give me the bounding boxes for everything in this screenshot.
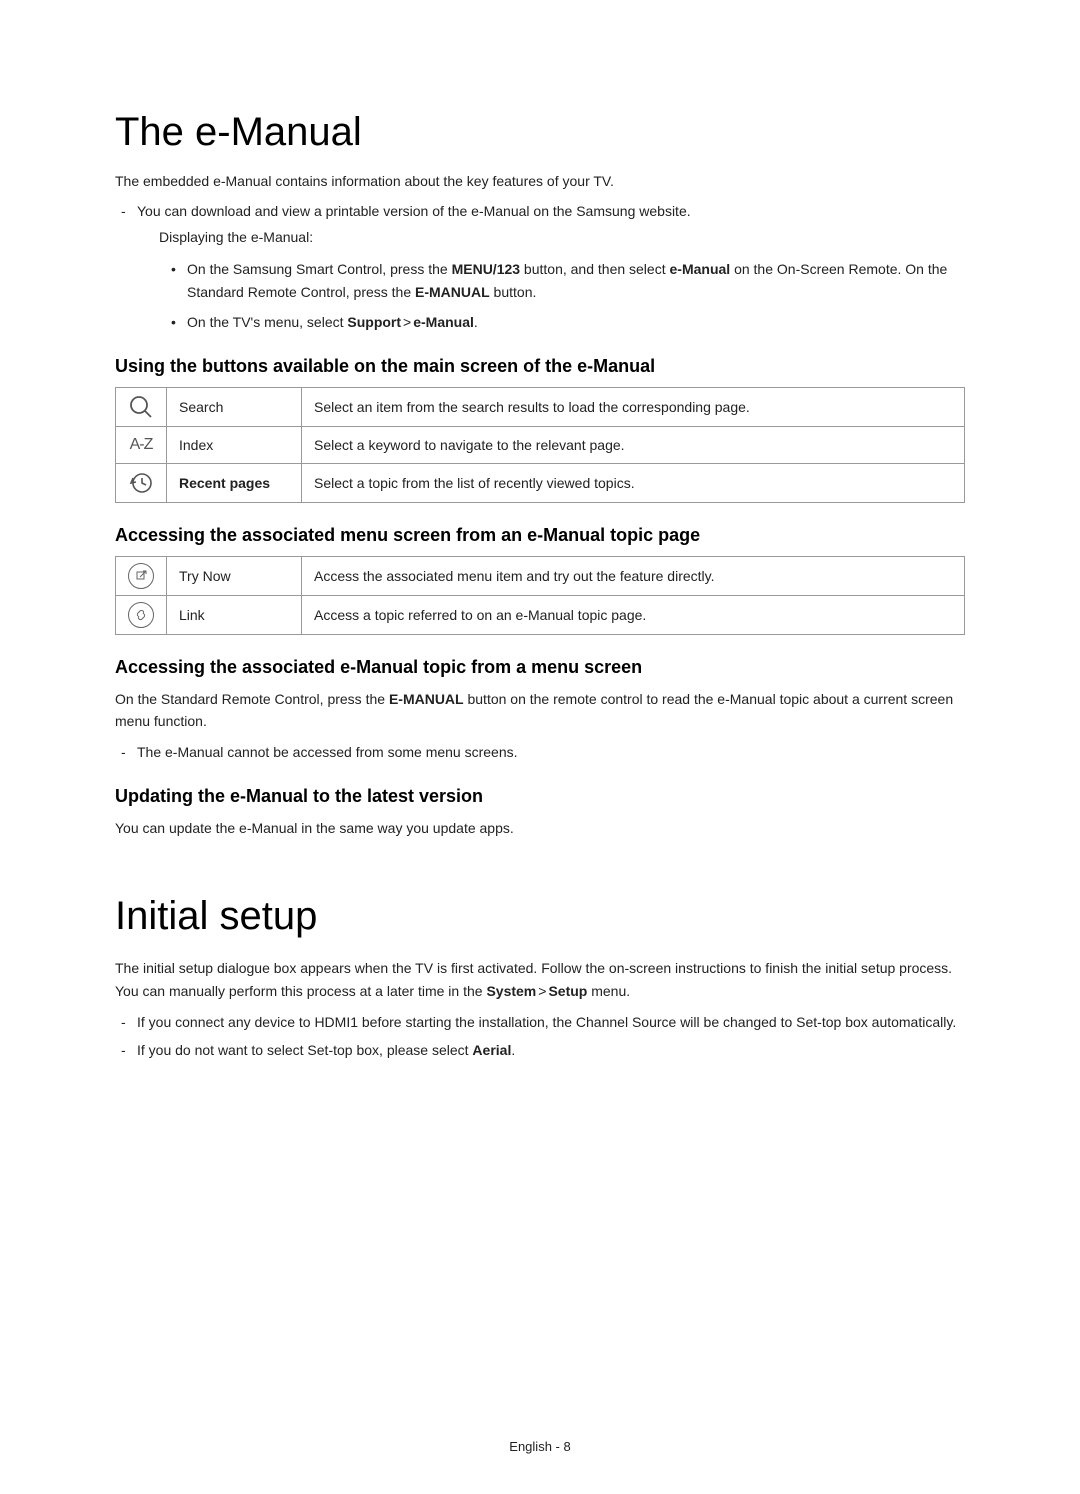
table-row: Link Access a topic referred to on an e-…	[116, 595, 965, 634]
recent-icon-cell	[116, 463, 167, 502]
download-note-text: You can download and view a printable ve…	[137, 203, 691, 219]
footer-lang: English	[509, 1439, 552, 1454]
updating-body: You can update the e-Manual in the same …	[115, 817, 965, 839]
subheading-buttons: Using the buttons available on the main …	[115, 356, 965, 377]
download-note: You can download and view a printable ve…	[115, 201, 965, 334]
page-footer: English - 8	[0, 1439, 1080, 1454]
displaying-label: Displaying the e-Manual:	[159, 227, 965, 249]
menu-button-label: MENU/123	[452, 261, 520, 277]
try-now-icon-cell	[116, 556, 167, 595]
link-label: Link	[167, 595, 302, 634]
emanual-menu-label: e-Manual	[413, 314, 474, 330]
subheading-updating: Updating the e-Manual to the latest vers…	[115, 786, 965, 807]
topic-from-menu-body: On the Standard Remote Control, press th…	[115, 688, 965, 733]
support-menu-label: Support	[347, 314, 401, 330]
index-label: Index	[167, 426, 302, 463]
topic-page-buttons-table: Try Now Access the associated menu item …	[115, 556, 965, 635]
subheading-menu-screen: Accessing the associated menu screen fro…	[115, 525, 965, 546]
index-desc: Select a keyword to navigate to the rele…	[302, 426, 965, 463]
section-title-initial-setup: Initial setup	[115, 894, 965, 939]
initial-setup-body: The initial setup dialogue box appears w…	[115, 957, 965, 1002]
link-icon-cell	[116, 595, 167, 634]
table-row: Search Select an item from the search re…	[116, 387, 965, 426]
history-icon	[128, 470, 154, 496]
try-now-desc: Access the associated menu item and try …	[302, 556, 965, 595]
setup-menu-label: Setup	[548, 983, 587, 999]
try-now-label: Try Now	[167, 556, 302, 595]
topic-note-list: The e-Manual cannot be accessed from som…	[115, 742, 965, 764]
initial-setup-notes: If you connect any device to HDMI1 befor…	[115, 1012, 965, 1061]
index-icon-cell: A-Z	[116, 426, 167, 463]
display-method-1: On the Samsung Smart Control, press the …	[165, 258, 965, 303]
subheading-topic-from-menu: Accessing the associated e-Manual topic …	[115, 657, 965, 678]
table-row: A-Z Index Select a keyword to navigate t…	[116, 426, 965, 463]
search-desc: Select an item from the search results t…	[302, 387, 965, 426]
topic-note: The e-Manual cannot be accessed from som…	[115, 742, 965, 764]
emanual-label: e-Manual	[670, 261, 731, 277]
document-page: The e-Manual The embedded e-Manual conta…	[0, 0, 1080, 1494]
emanual-button-text: E-MANUAL	[389, 691, 464, 707]
link-desc: Access a topic referred to on an e-Manua…	[302, 595, 965, 634]
main-screen-buttons-table: Search Select an item from the search re…	[115, 387, 965, 503]
system-menu-label: System	[486, 983, 536, 999]
display-methods: On the Samsung Smart Control, press the …	[165, 258, 965, 333]
link-icon	[128, 602, 154, 628]
initial-setup-note-2: If you do not want to select Set-top box…	[115, 1040, 965, 1062]
search-icon	[128, 394, 154, 420]
recent-desc: Select a topic from the list of recently…	[302, 463, 965, 502]
try-now-icon	[128, 563, 154, 589]
search-label: Search	[167, 387, 302, 426]
emanual-button-label: E-MANUAL	[415, 284, 490, 300]
aerial-label: Aerial	[472, 1042, 511, 1058]
initial-setup-note-1: If you connect any device to HDMI1 befor…	[115, 1012, 965, 1034]
page-title: The e-Manual	[115, 110, 965, 155]
display-method-2: On the TV's menu, select Support > e-Man…	[165, 311, 965, 333]
download-note-list: You can download and view a printable ve…	[115, 201, 965, 334]
recent-label: Recent pages	[167, 463, 302, 502]
intro-text: The embedded e-Manual contains informati…	[115, 173, 965, 189]
table-row: Try Now Access the associated menu item …	[116, 556, 965, 595]
search-icon-cell	[116, 387, 167, 426]
table-row: Recent pages Select a topic from the lis…	[116, 463, 965, 502]
footer-page-number: 8	[563, 1439, 570, 1454]
index-icon: A-Z	[130, 436, 153, 453]
